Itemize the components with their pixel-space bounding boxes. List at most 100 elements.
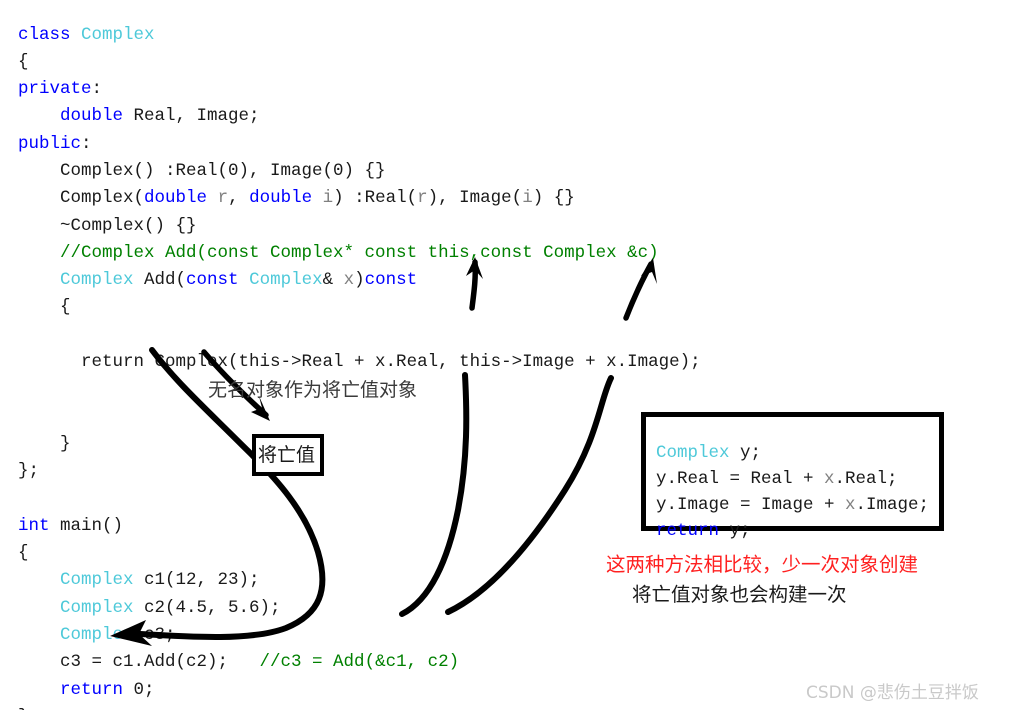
code-token: x [343, 270, 355, 291]
code-line: } [18, 704, 701, 710]
code-token: 0; [123, 679, 155, 700]
code-token: Complex( [18, 188, 145, 209]
code-line: } [18, 431, 701, 458]
code-token: c3; [133, 625, 176, 646]
code-token: int [18, 515, 50, 536]
code-line: { [18, 540, 701, 567]
code-line: ​ [18, 486, 701, 513]
code-token: const [364, 270, 418, 291]
code-line: c3 = c1.Add(c2); //c3 = Add(&c1, c2) [18, 649, 701, 676]
code-token: c1(12, 23); [133, 570, 260, 591]
code-token: Complex [60, 570, 134, 591]
source-code-block: class Complex{private: double Real, Imag… [18, 22, 701, 710]
annotation-compare-note-black: 将亡值对象也会构建一次 [632, 583, 847, 606]
code-token: }; [18, 461, 40, 482]
code-token: c3 = c1.Add(c2); [18, 652, 260, 673]
code-line: y.Real = Real + x.Real; [656, 466, 929, 492]
code-token: .Image; [855, 494, 930, 515]
code-token: x [845, 494, 856, 515]
code-token: , [228, 188, 250, 209]
code-line: Complex c2(4.5, 5.6); [18, 595, 701, 622]
code-line: double Real, Image; [18, 103, 701, 130]
code-line: class Complex [18, 22, 701, 49]
csdn-watermark: CSDN @悲伤土豆拌饭 [806, 683, 979, 703]
code-token: main() [49, 515, 124, 536]
code-line: return Complex(this->Real + x.Real, this… [18, 349, 701, 376]
code-token: ) [354, 270, 365, 291]
code-token: : [91, 79, 103, 100]
code-line: int main() [18, 513, 701, 540]
code-line: private: [18, 76, 701, 103]
code-token: //c3 = Add(&c1, c2) [259, 652, 460, 673]
alternate-implementation-code: Complex y; y.Real = Real + x.Real; y.Image… [656, 440, 929, 544]
code-line: return 0; [18, 677, 701, 704]
code-token: x [824, 468, 835, 489]
code-token: } [18, 433, 71, 454]
code-token: double [249, 188, 313, 209]
dying-value-label-box: 将亡值 [252, 434, 324, 476]
code-token: const [186, 270, 239, 291]
code-line: y.Image = Image + x.Image; [656, 492, 929, 518]
code-line: }; [18, 458, 701, 485]
code-token: y.Image = Image + [656, 494, 846, 515]
dying-value-label-text: 将亡值 [258, 444, 316, 466]
code-token: Complex [60, 270, 134, 291]
code-token: private [18, 79, 92, 100]
code-token: double [60, 106, 124, 127]
code-token: i [322, 188, 334, 209]
code-token: .Real; [834, 468, 898, 489]
code-line: Complex Add(const Complex& x)const [18, 267, 701, 294]
code-token: r [217, 188, 229, 209]
code-token: { [18, 297, 71, 318]
code-token: ) :Real( [333, 188, 418, 209]
code-token: & [322, 270, 344, 291]
code-token: { [18, 51, 29, 72]
code-token: r [417, 188, 428, 209]
alternate-implementation-box: Complex y; y.Real = Real + x.Real; y.Image… [641, 412, 944, 541]
code-token: Complex [249, 270, 323, 291]
code-token: Complex [60, 597, 134, 618]
code-token: Complex [656, 442, 730, 463]
annotation-unnamed-object: 无名对象作为将亡值对象 [208, 379, 418, 401]
code-token: y; [729, 442, 762, 463]
screenshot-canvas: class Complex{private: double Real, Imag… [0, 0, 1013, 710]
code-line: ​ [18, 404, 701, 431]
code-line: Complex c1(12, 23); [18, 567, 701, 594]
code-token: Real, Image; [123, 106, 260, 127]
code-token: Complex [81, 24, 155, 45]
code-token: i [522, 188, 533, 209]
code-token: //Complex Add(const Complex* const this,… [18, 242, 659, 263]
code-token: { [18, 543, 29, 564]
code-token: class [18, 24, 82, 45]
code-token: return [656, 520, 720, 541]
code-line: Complex() :Real(0), Image(0) {} [18, 158, 701, 185]
code-token: Complex() :Real(0), Image(0) {} [18, 160, 386, 181]
code-token: return [60, 679, 124, 700]
code-token: ) {} [532, 188, 575, 209]
annotation-compare-note-red: 这两种方法相比较，少一次对象创建 [606, 553, 919, 576]
code-token: ~Complex() {} [18, 215, 197, 236]
code-line: { [18, 49, 701, 76]
code-token: Add( [133, 270, 187, 291]
code-line: //Complex Add(const Complex* const this,… [18, 240, 701, 267]
code-token: y; [719, 520, 751, 541]
code-token: c2(4.5, 5.6); [133, 597, 281, 618]
code-line: Complex c3; [18, 622, 701, 649]
code-line: Complex(double r, double i) :Real(r), Im… [18, 185, 701, 212]
code-token: return Complex(this->Real + x.Real, this… [18, 352, 701, 373]
code-token: : [81, 133, 92, 154]
code-line: public: [18, 131, 701, 158]
code-line: return y; [656, 518, 929, 544]
code-token: ), Image( [427, 188, 523, 209]
code-token: y.Real = Real + [656, 468, 825, 489]
code-line: { [18, 294, 701, 321]
code-line: ​ [18, 322, 701, 349]
